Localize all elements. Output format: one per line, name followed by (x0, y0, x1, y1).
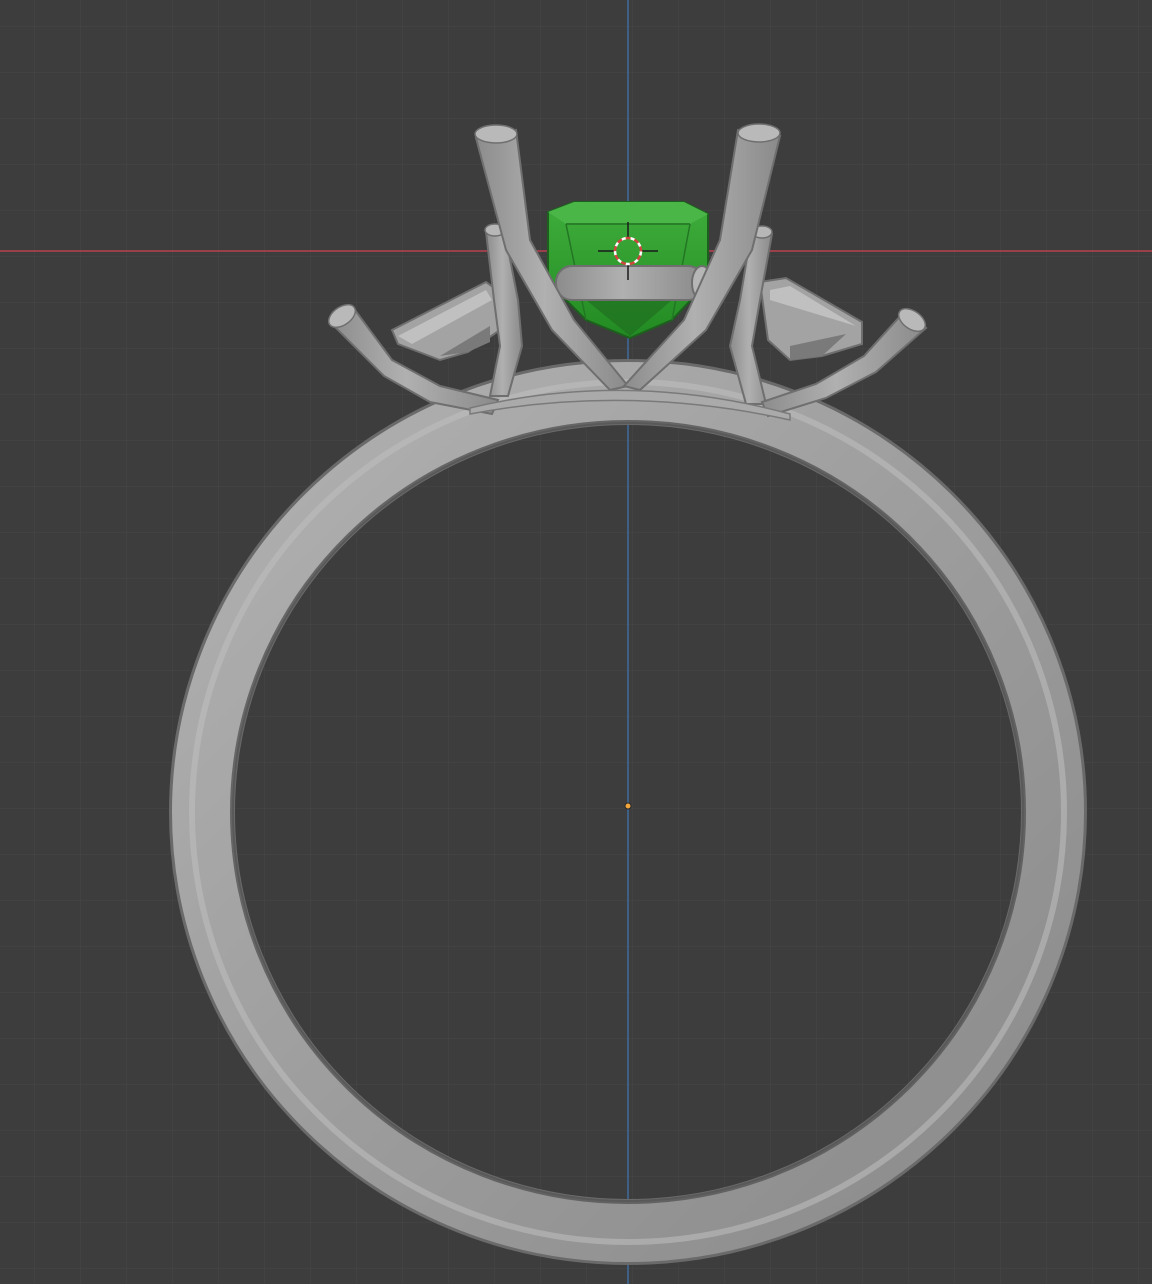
object-origin-icon (624, 802, 632, 810)
viewport-canvas[interactable] (0, 0, 1152, 1284)
3d-viewport[interactable] (0, 0, 1152, 1284)
gem-setting-bar[interactable] (555, 265, 713, 301)
